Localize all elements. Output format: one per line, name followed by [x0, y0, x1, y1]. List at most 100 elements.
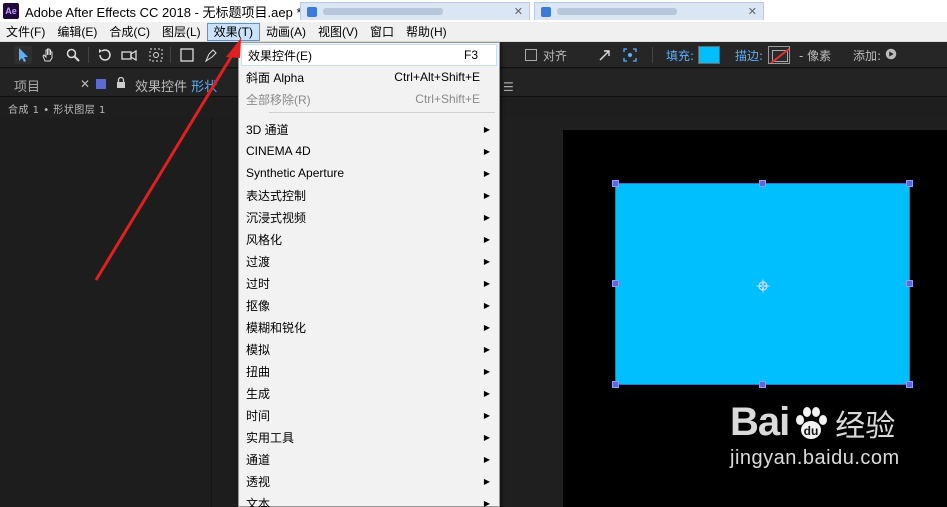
after-effects-logo-icon: Ae — [3, 3, 19, 19]
close-icon[interactable]: ✕ — [80, 77, 90, 91]
transform-handle[interactable] — [759, 180, 766, 187]
effect-menu-item[interactable]: 3D 通道 ▶ — [240, 118, 498, 140]
selection-tool-icon[interactable] — [14, 46, 32, 64]
effect-menu-item[interactable]: 斜面 Alpha Ctrl+Alt+Shift+E — [240, 66, 498, 88]
menu-item-label: 实用工具 — [246, 430, 295, 445]
menu-item-label: 沉浸式视频 — [246, 210, 307, 225]
submenu-arrow-icon: ▶ — [483, 366, 490, 376]
menu-item-label: 表达式控制 — [246, 188, 307, 203]
menu-item-label: 斜面 Alpha — [246, 70, 305, 85]
title-bar: Ae Adobe After Effects CC 2018 - 无标题项目.a… — [0, 0, 947, 22]
breadcrumb-text: 合成 1 • 形状图层 1 — [8, 105, 106, 116]
tab-project[interactable]: 项目 — [14, 76, 40, 95]
background-tab[interactable]: ✕ — [300, 2, 530, 20]
effect-controls-label: 效果控件 — [135, 80, 192, 95]
panel-menu-icon[interactable]: ☰ — [503, 80, 514, 94]
effect-menu-item[interactable]: 文本 ▶ — [240, 492, 498, 507]
menu-item-label: 过时 — [246, 276, 271, 291]
transform-handle[interactable] — [906, 280, 913, 287]
transform-handle[interactable] — [906, 180, 913, 187]
snap-arrow-icon[interactable] — [596, 46, 614, 64]
close-icon[interactable]: ✕ — [514, 5, 523, 18]
effect-menu-item[interactable]: Synthetic Aperture ▶ — [240, 162, 498, 184]
submenu-arrow-icon: ▶ — [483, 234, 490, 244]
snap-target-icon[interactable] — [621, 46, 639, 64]
menu-item-label: 抠像 — [246, 298, 271, 313]
rotate-tool-icon[interactable] — [96, 46, 114, 64]
menu-item-label: 生成 — [246, 386, 271, 401]
effect-menu-item[interactable]: 沉浸式视频 ▶ — [240, 206, 498, 228]
transform-handle[interactable] — [906, 381, 913, 388]
effect-menu-item[interactable]: 过时 ▶ — [240, 272, 498, 294]
rectangle-tool-icon[interactable] — [178, 46, 196, 64]
pan-behind-tool-icon[interactable] — [147, 46, 165, 64]
menu-help[interactable]: 帮助(H) — [400, 23, 453, 41]
menu-item-label: Synthetic Aperture — [246, 166, 345, 180]
effect-menu-item[interactable]: 表达式控制 ▶ — [240, 184, 498, 206]
menu-item-label: 模拟 — [246, 342, 271, 357]
effect-menu-item[interactable]: 时间 ▶ — [240, 404, 498, 426]
fill-color-swatch[interactable] — [698, 46, 720, 64]
menu-item-label: 3D 通道 — [246, 122, 289, 137]
menu-view[interactable]: 视图(V) — [312, 23, 364, 41]
hand-tool-icon[interactable] — [39, 46, 57, 64]
fill-label: 填充: — [666, 49, 695, 63]
menu-composition[interactable]: 合成(C) — [103, 23, 156, 41]
menu-effect[interactable]: 效果(T) — [206, 22, 260, 41]
align-checkbox[interactable] — [525, 49, 537, 61]
menu-layer[interactable]: 图层(L) — [156, 23, 207, 41]
effect-controls-layer-name: 形状 — [191, 80, 218, 95]
zoom-tool-icon[interactable] — [64, 46, 82, 64]
submenu-arrow-icon: ▶ — [483, 454, 490, 464]
watermark-url: jingyan.baidu.com — [730, 447, 900, 469]
submenu-arrow-icon: ▶ — [483, 278, 490, 288]
stroke-width-units[interactable]: - 像素 — [799, 47, 831, 64]
close-icon[interactable]: ✕ — [748, 5, 757, 18]
pen-tool-icon[interactable] — [202, 46, 220, 64]
tab-effect-controls[interactable]: 效果控件 形状 — [135, 76, 217, 95]
anchor-point-icon[interactable] — [754, 277, 772, 295]
menu-item-shortcut: Ctrl+Alt+Shift+E — [394, 70, 480, 84]
background-tab[interactable]: ✕ — [534, 2, 764, 20]
effect-menu-item[interactable]: CINEMA 4D ▶ — [240, 140, 498, 162]
menu-item-label: 过渡 — [246, 254, 271, 269]
effect-menu-item[interactable]: 生成 ▶ — [240, 382, 498, 404]
transform-handle[interactable] — [612, 280, 619, 287]
stroke-color-swatch[interactable] — [768, 46, 790, 64]
favicon-icon — [307, 6, 317, 17]
effect-menu-item[interactable]: 透视 ▶ — [240, 470, 498, 492]
menu-item-label: CINEMA 4D — [246, 144, 311, 158]
app-window: Ae Adobe After Effects CC 2018 - 无标题项目.a… — [0, 0, 947, 507]
add-label: 添加: — [853, 49, 882, 63]
effect-menu-item[interactable]: 实用工具 ▶ — [240, 426, 498, 448]
effect-menu-item[interactable]: 过渡 ▶ — [240, 250, 498, 272]
svg-text:du: du — [804, 424, 819, 438]
effect-menu-item[interactable]: 模拟 ▶ — [240, 338, 498, 360]
submenu-arrow-icon: ▶ — [483, 256, 490, 266]
menu-edit[interactable]: 编辑(E) — [51, 23, 103, 41]
effect-menu-item[interactable]: 模糊和锐化 ▶ — [240, 316, 498, 338]
effect-menu-item[interactable]: 效果控件(E) F3 — [241, 44, 497, 66]
camera-tool-icon[interactable] — [120, 46, 138, 64]
submenu-arrow-icon: ▶ — [483, 322, 490, 332]
menu-animation[interactable]: 动画(A) — [260, 23, 312, 41]
effect-controls-panel — [0, 118, 212, 507]
submenu-arrow-icon: ▶ — [483, 300, 490, 310]
transform-handle[interactable] — [612, 381, 619, 388]
menu-window[interactable]: 窗口 — [364, 23, 400, 41]
transform-handle[interactable] — [759, 381, 766, 388]
menu-item-label: 全部移除(R) — [246, 92, 311, 107]
effect-menu-item[interactable]: 通道 ▶ — [240, 448, 498, 470]
transform-handle[interactable] — [612, 180, 619, 187]
submenu-arrow-icon: ▶ — [483, 146, 490, 156]
add-button-icon[interactable] — [884, 47, 898, 61]
submenu-arrow-icon: ▶ — [483, 124, 490, 134]
watermark-brand: Bai — [730, 400, 790, 444]
effect-menu-item[interactable]: 扭曲 ▶ — [240, 360, 498, 382]
lock-icon[interactable] — [115, 76, 127, 89]
submenu-arrow-icon: ▶ — [483, 168, 490, 178]
menu-file[interactable]: 文件(F) — [0, 23, 51, 41]
effect-menu-item[interactable]: 抠像 ▶ — [240, 294, 498, 316]
background-browser-tabs: ✕ ✕ — [300, 2, 800, 20]
effect-menu-item[interactable]: 风格化 ▶ — [240, 228, 498, 250]
